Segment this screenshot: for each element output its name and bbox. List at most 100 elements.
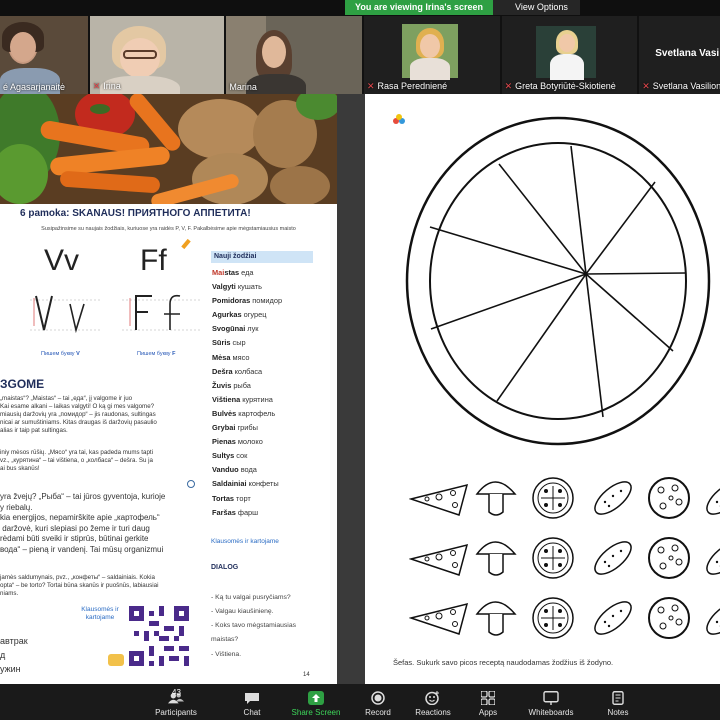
participant-big-name: Svetlana Vasi — [655, 48, 720, 59]
record-label: Record — [365, 708, 391, 717]
vocab-ru: торт — [236, 493, 251, 503]
vocab-ru: помидор — [252, 296, 283, 306]
vocab-item: Grybai грибы — [212, 423, 282, 437]
vocab-lt-highlight: Sal — [212, 479, 224, 489]
participant-photo — [535, 26, 596, 80]
dialog-line: - Valgau kiaušinienę. — [211, 608, 274, 615]
vocab-lt-highlight: Gry — [212, 423, 225, 433]
vocab-item: Žuvis рыба — [212, 381, 282, 395]
vocab-lt-highlight: Mė — [212, 352, 223, 362]
vocab-lt: šas — [223, 507, 236, 517]
write-v-caption: Пишем букву V — [41, 351, 80, 357]
participant-name: ✕ Irina — [93, 81, 121, 92]
russian-meal-words: автрак д ужин — [0, 634, 28, 676]
letter-v-heading: Vv — [44, 244, 80, 277]
shared-screen[interactable]: 6 pamoka: SKANAUS! ПРИЯТНОГО АППЕТИТА! S… — [0, 94, 720, 684]
vocab-lt-highlight: Viš — [212, 394, 223, 404]
topping-grid — [410, 476, 720, 641]
vocab-ru: огурец — [243, 310, 267, 320]
dialog-line: - Ką tu valgai pusryčiams? — [211, 594, 291, 601]
vegetables-photo — [0, 94, 337, 204]
share-screen-button[interactable]: Share Screen — [289, 684, 343, 720]
qr-code[interactable] — [129, 606, 189, 666]
paragraph-2: iniy mėsos rūšių. „Мясо“ yra tai, kas pa… — [0, 449, 154, 472]
dialog-line: maistas? — [211, 636, 239, 643]
participant-photo — [402, 24, 458, 80]
pizza-outline — [405, 116, 711, 446]
vocab-ru: лук — [247, 324, 259, 334]
qr-label[interactable]: Klausomės ir kartojame — [72, 606, 128, 622]
reactions-label: Reactions — [415, 708, 451, 717]
vocab-lt: rkas — [226, 310, 242, 320]
mic-muted-icon: ✕ — [92, 81, 101, 91]
write-f-caption-letter: F — [172, 351, 176, 357]
vocab-audio-link[interactable]: Klausomės ir kartojame — [211, 538, 279, 545]
glasses-icon — [122, 50, 157, 59]
vocab-item: Bulvės картофель — [212, 409, 282, 423]
write-f-caption: Пишем букву F — [137, 351, 175, 357]
vocab-ru: картофель — [238, 408, 276, 418]
participant-name: ✕Svetlana Vasilionoi — [642, 81, 720, 92]
textbook-page-left: 6 pamoka: SKANAUS! ПРИЯТНОГО АППЕТИТА! S… — [0, 94, 337, 684]
chat-button[interactable]: Chat — [238, 684, 266, 720]
vocab-lt: vės — [223, 408, 237, 418]
participant-tile[interactable]: ✕ Rasa Peredniené — [364, 16, 500, 94]
write-v-caption-text: Пишем букву — [41, 351, 75, 357]
notes-button[interactable]: Notes — [605, 684, 631, 720]
vocab-lt-highlight: Mai — [212, 268, 225, 277]
vocab-item: Sūris сыр — [212, 338, 282, 352]
pencil-icon — [181, 238, 191, 250]
whiteboards-label: Whiteboards — [528, 708, 574, 717]
letter-f-heading: Ff — [140, 244, 167, 277]
participant-tile[interactable]: ✕ Irina — [89, 16, 225, 94]
participant-tile[interactable]: Svetlana Vasi ✕Svetlana Vasilionoi — [639, 16, 720, 94]
chat-label: Chat — [243, 708, 261, 717]
vocab-lt: bai — [224, 423, 236, 433]
vocab-ru: мясо — [232, 352, 250, 362]
vocab-item: Vanduo вода — [212, 465, 282, 479]
whiteboards-button[interactable]: Whiteboards — [525, 684, 577, 720]
mic-muted-icon: ✕ — [642, 81, 650, 91]
write-f-caption-text: Пишем букву — [137, 351, 171, 357]
vocab-lt: ris — [221, 338, 231, 348]
vocab-ru: грибы — [237, 423, 258, 433]
notes-label: Notes — [607, 708, 629, 717]
vocab-list: Maistas еда Valgyti кушать Pomidoras помидо… — [212, 268, 282, 522]
vocab-item: Tortas торт — [212, 494, 282, 508]
apps-button[interactable]: Apps — [476, 684, 500, 720]
record-button[interactable]: Record — [363, 684, 393, 720]
vocab-lt-highlight: Van — [212, 465, 226, 475]
meal-word: автрак — [0, 636, 28, 646]
vocab-lt: duo — [225, 465, 239, 475]
view-options-button[interactable]: View Options — [493, 0, 580, 15]
participant-name-text: é Agasarjanaitė — [3, 82, 66, 92]
participant-tile[interactable]: é Agasarjanaitė — [0, 16, 88, 94]
participant-name: Marina — [229, 82, 257, 92]
eye-icon — [187, 480, 195, 488]
vocab-ru: конфеты — [248, 479, 279, 489]
section-title: ЗGOME — [0, 377, 45, 391]
vocab-lt-highlight: Agu — [212, 310, 227, 320]
reactions-icon — [425, 691, 441, 705]
vocab-lt-highlight: Žu — [212, 380, 222, 390]
chat-icon — [244, 691, 260, 705]
participant-tile[interactable]: ✕ Greta Botyriūtė-Skiotienė — [501, 16, 638, 94]
vocab-item: Valgyti кушать — [212, 282, 282, 296]
vocab-lt-highlight: Tor — [212, 493, 224, 503]
vocab-lt: dainiai — [223, 479, 247, 489]
mic-muted-icon: ✕ — [504, 81, 513, 91]
exercise-caption: Šefas. Sukurk savo picos receptą naudoda… — [393, 658, 614, 667]
vocab-lt: nas — [223, 437, 236, 447]
vocab-item: Vištiena курятина — [212, 395, 282, 409]
textbook-page-right: Šefas. Sukurk savo picos receptą naudoda… — [365, 94, 720, 684]
vocab-ru: сыр — [232, 338, 246, 348]
participant-face — [558, 34, 575, 52]
participants-button[interactable]: 43 Participants — [150, 684, 202, 720]
vocab-lt-highlight: Val — [212, 282, 223, 292]
zoom-window: You are viewing Irina's screen View Opti… — [0, 0, 720, 720]
vocab-lt: gūnai — [225, 324, 246, 334]
participant-tile[interactable]: Marina — [226, 16, 362, 94]
vocab-lt-highlight: Pie — [212, 437, 224, 447]
participant-name-text: Greta Botyriūtė-Skiotienė — [515, 81, 616, 91]
reactions-button[interactable]: Reactions — [414, 684, 452, 720]
